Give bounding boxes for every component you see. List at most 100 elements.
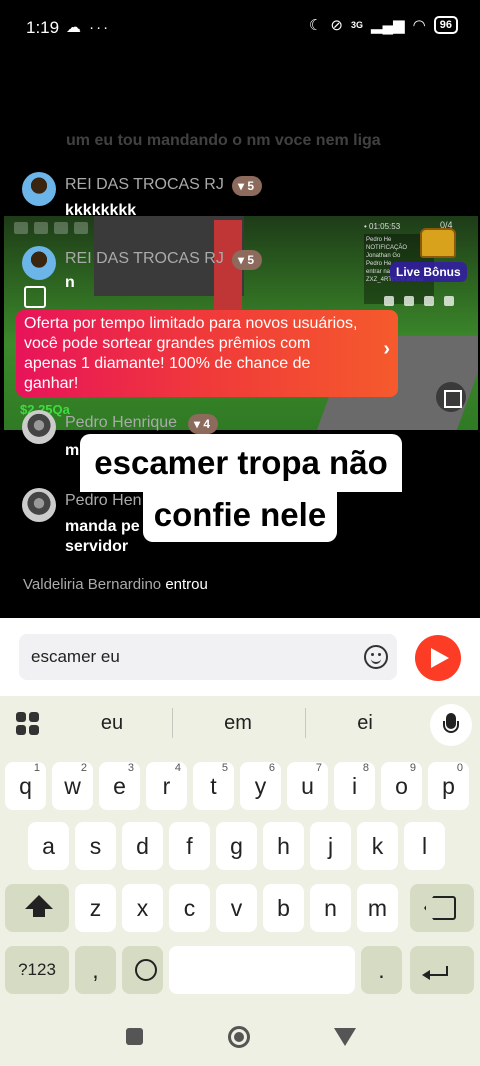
record-icon [424, 296, 434, 306]
moon-icon: ☾ [308, 17, 323, 34]
notification-icons: ☁ ··· [66, 19, 111, 36]
suggestion-bar: eu em ei [0, 696, 480, 750]
microphone-icon[interactable] [430, 704, 472, 746]
key[interactable]: p0 [428, 762, 469, 810]
key[interactable]: s [75, 822, 116, 870]
backspace-key[interactable] [410, 884, 474, 932]
enter-key[interactable] [410, 946, 474, 994]
key[interactable]: n [310, 884, 351, 932]
divider [305, 708, 306, 738]
key[interactable]: d [122, 822, 163, 870]
send-button[interactable] [415, 635, 461, 681]
status-bar: 1:19 ☁ ··· ☾ ⊘ 3G ▂▄▆ ◠ 96 [0, 0, 480, 56]
fullscreen-icon[interactable] [436, 382, 466, 412]
game-list-icon [34, 222, 48, 234]
game-control-icons [384, 296, 454, 306]
key[interactable]: e3 [99, 762, 140, 810]
shift-icon [25, 895, 53, 917]
enter-icon [422, 966, 448, 980]
username[interactable]: REI DAS TROCAS RJ [65, 250, 224, 268]
joined-username: Valdeliria Bernardino [23, 576, 162, 593]
network-type: 3G [350, 20, 363, 30]
level-badge: ▾ 4 [188, 414, 219, 434]
space-key[interactable] [169, 946, 355, 994]
key[interactable]: h [263, 822, 304, 870]
key[interactable]: m [357, 884, 398, 932]
mute-icon: ⊘ [330, 17, 343, 34]
treasure-chest-icon [420, 228, 456, 258]
key[interactable]: j [310, 822, 351, 870]
key[interactable]: r4 [146, 762, 187, 810]
message-input-bar [0, 618, 480, 696]
key[interactable]: o9 [381, 762, 422, 810]
level-number: 5 [247, 179, 255, 193]
level-badge: ▾ 5 [232, 176, 263, 196]
message-text: m [65, 442, 80, 459]
username[interactable]: Pedro Hen [65, 492, 142, 510]
key[interactable]: c [169, 884, 210, 932]
message-field[interactable] [19, 634, 397, 680]
user-joined-notice: Valdeliria Bernardino entrou [23, 576, 208, 593]
key[interactable]: a [28, 822, 69, 870]
settings-icon [444, 296, 454, 306]
key[interactable]: g [216, 822, 257, 870]
key[interactable]: v [216, 884, 257, 932]
offer-text: Oferta por tempo limitado para novos usu… [24, 315, 358, 392]
game-backpack-icon [74, 222, 88, 234]
pause-icon [384, 296, 394, 306]
backspace-icon [424, 896, 456, 920]
camera-icon [404, 296, 414, 306]
suggestion-item[interactable]: eu [62, 712, 162, 735]
message-text: n [65, 274, 75, 291]
live-bonus-button[interactable]: Live Bônus [390, 262, 467, 282]
key[interactable]: t5 [193, 762, 234, 810]
game-timer: • 01:05:53 [364, 222, 401, 231]
joined-label: entrou [165, 576, 208, 593]
live-chat-area: um eu tou mandando o nm voce nem liga • … [0, 56, 480, 618]
apps-grid-icon[interactable] [16, 712, 40, 736]
level-badge: ▾ 5 [232, 250, 263, 270]
avatar[interactable] [22, 410, 56, 444]
wifi-icon: ◠ [412, 17, 426, 34]
message-text: manda pe [65, 518, 140, 535]
key[interactable]: w2 [52, 762, 93, 810]
game-topbar [14, 222, 88, 234]
username[interactable]: Pedro Henrique [65, 414, 177, 432]
key[interactable]: k [357, 822, 398, 870]
limited-offer-banner[interactable]: Oferta por tempo limitado para novos usu… [16, 310, 398, 397]
key[interactable]: b [263, 884, 304, 932]
recents-icon[interactable] [126, 1028, 143, 1045]
symbols-key[interactable]: ?123 [5, 946, 69, 994]
key[interactable]: l [404, 822, 445, 870]
status-time: 1:19 [26, 18, 60, 37]
avatar[interactable] [22, 246, 56, 280]
avatar[interactable] [22, 488, 56, 522]
navigation-bar [0, 1002, 480, 1066]
comma-key[interactable]: , [75, 946, 116, 994]
avatar[interactable] [22, 172, 56, 206]
message-input[interactable] [31, 647, 351, 667]
shift-key[interactable] [5, 884, 69, 932]
suggestion-item[interactable]: em [188, 712, 288, 735]
video-caption-line: escamer tropa não [80, 434, 402, 492]
level-number: 4 [203, 417, 211, 431]
key[interactable]: q1 [5, 762, 46, 810]
inventory-icon [24, 286, 46, 308]
key[interactable]: z [75, 884, 116, 932]
emoji-icon[interactable] [364, 645, 388, 669]
key[interactable]: u7 [287, 762, 328, 810]
game-menu-icon [14, 222, 28, 234]
suggestion-item[interactable]: ei [315, 712, 415, 735]
emoji-key[interactable] [122, 946, 163, 994]
period-key[interactable]: . [361, 946, 402, 994]
back-icon[interactable] [334, 1028, 356, 1046]
level-number: 5 [247, 253, 255, 267]
key[interactable]: x [122, 884, 163, 932]
battery-icon: 96 [433, 16, 458, 34]
key[interactable]: f [169, 822, 210, 870]
key[interactable]: i8 [334, 762, 375, 810]
key[interactable]: y6 [240, 762, 281, 810]
home-icon[interactable] [228, 1026, 250, 1048]
username[interactable]: REI DAS TROCAS RJ [65, 176, 224, 194]
faded-chat-line: um eu tou mandando o nm voce nem liga [66, 132, 381, 149]
